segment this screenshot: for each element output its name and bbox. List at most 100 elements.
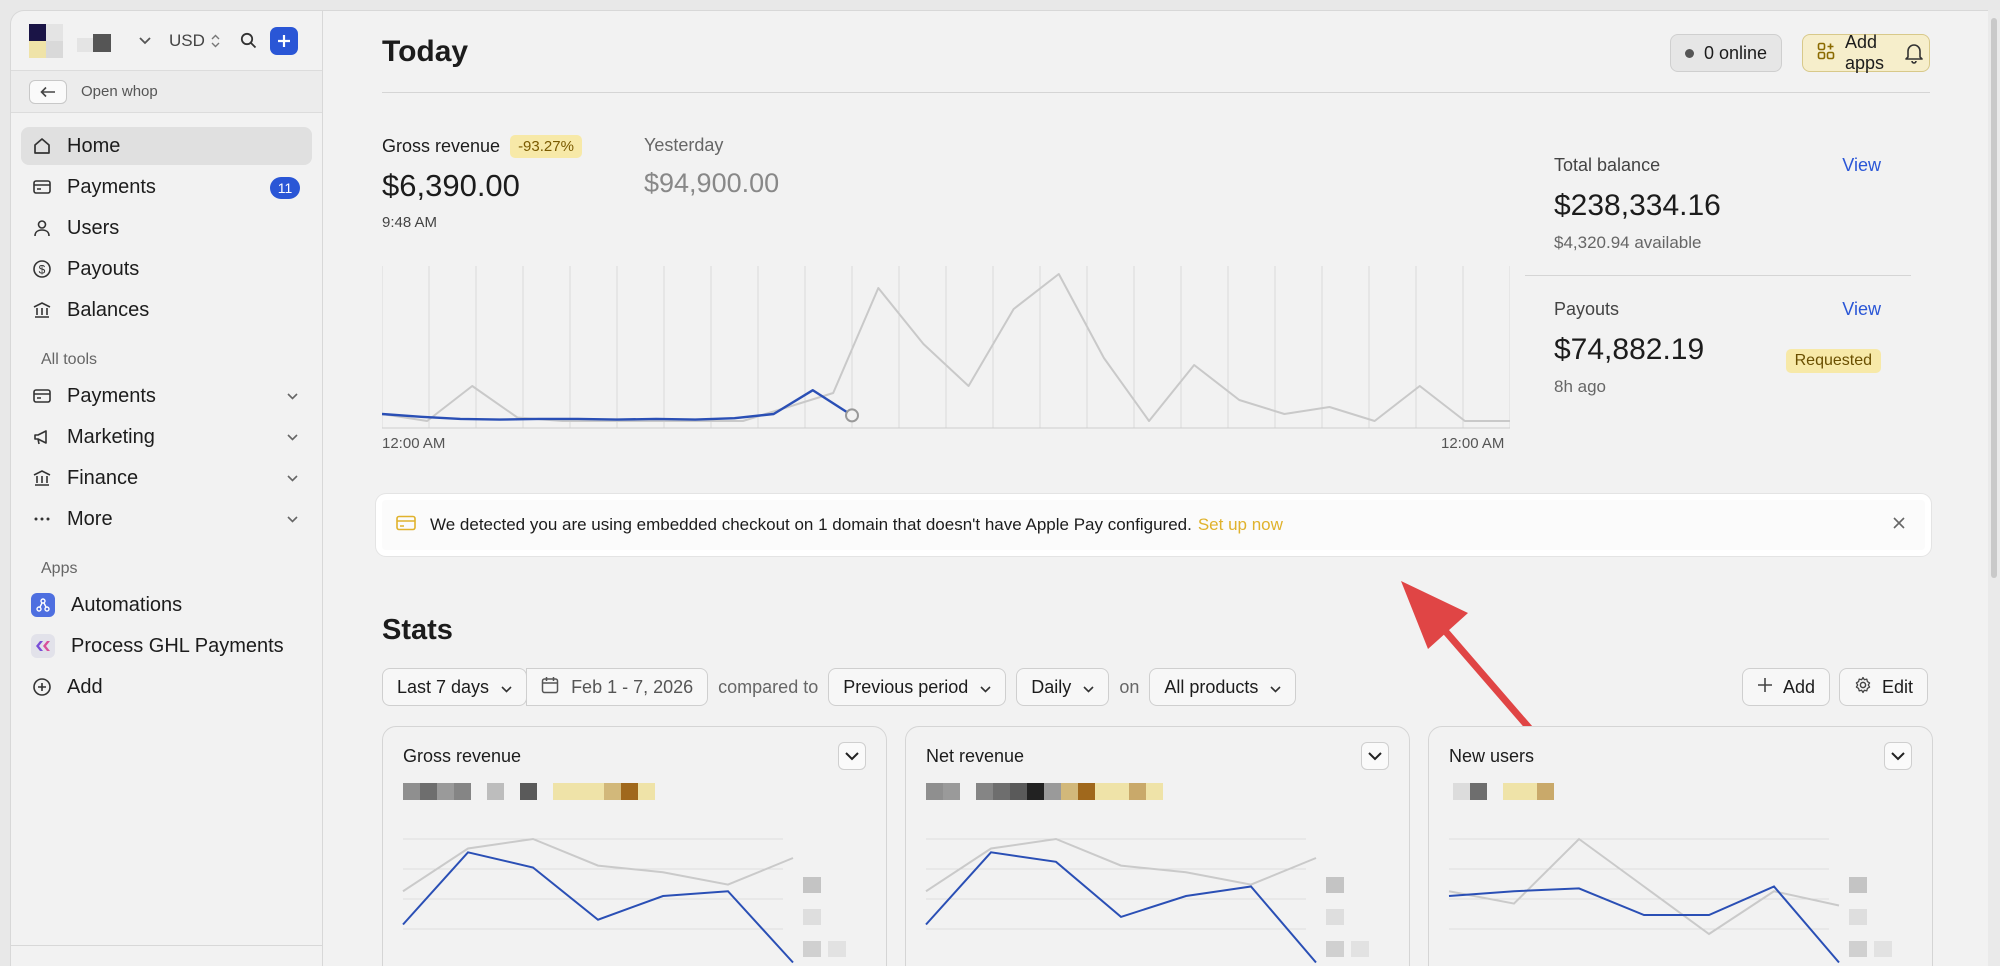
status-dot-icon	[1685, 48, 1694, 58]
sidebar-item-home[interactable]: Home	[21, 127, 312, 165]
previous-period-line	[925, 837, 1317, 893]
redacted-axis-label	[1874, 941, 1892, 957]
redacted-axis-label	[1326, 877, 1344, 893]
bank-icon	[31, 467, 53, 489]
revenue-chart[interactable]	[382, 266, 1510, 436]
user-icon	[31, 217, 53, 239]
stats-actions: Add Edit	[1742, 668, 1929, 706]
page-scrollbar[interactable]	[1988, 10, 2000, 966]
stat-card-title: Gross revenue	[403, 746, 522, 766]
sidebar-app-automations[interactable]: Automations	[21, 586, 312, 624]
redacted-value	[403, 783, 655, 800]
current-point-marker	[845, 408, 859, 423]
stat-card-new-users[interactable]: New users	[1428, 726, 1933, 966]
chevron-down-icon[interactable]	[139, 32, 151, 49]
stat-card-gross-revenue[interactable]: Gross revenue	[382, 726, 887, 966]
card-icon	[31, 385, 53, 407]
card-icon	[396, 515, 416, 536]
date-picker[interactable]: Feb 1 - 7, 2026	[526, 668, 709, 706]
redacted-axis-label	[1326, 941, 1344, 957]
redacted-axis-label	[1326, 909, 1344, 925]
apps-heading: Apps	[41, 560, 78, 577]
scrollbar-thumb[interactable]	[1991, 18, 1997, 578]
bank-icon	[31, 299, 53, 321]
create-plus-button[interactable]	[269, 26, 298, 55]
interval-select[interactable]: Daily	[1016, 668, 1110, 706]
chevron-down-icon	[287, 511, 298, 526]
sidebar-footer-divider	[11, 945, 322, 946]
edit-stats-button[interactable]: Edit	[1839, 668, 1929, 706]
date-range-label: Last 7 days	[397, 676, 490, 697]
sidebar-item-label: Payments	[67, 384, 156, 407]
sidebar-item-label: Balances	[67, 298, 150, 321]
on-label: on	[1119, 676, 1140, 697]
total-balance-view-link[interactable]: View	[1842, 155, 1881, 176]
redacted-axis-label	[803, 877, 821, 893]
new-users-mini-chart	[1448, 837, 1892, 964]
setup-now-link[interactable]: Set up now	[1198, 515, 1283, 535]
redacted-axis-label	[1351, 941, 1369, 957]
payouts-view-link[interactable]: View	[1842, 299, 1881, 320]
sidebar-app-add[interactable]: Add	[21, 668, 312, 706]
sidebar-app-process-ghl-payments[interactable]: Process GHL Payments	[21, 627, 312, 665]
yesterday-value: $94,900.00	[644, 168, 780, 198]
sidebar-item-balances[interactable]: Balances	[21, 291, 312, 329]
payouts-section: Payouts View $74,882.19 Requested 8h ago	[1525, 285, 1911, 429]
total-balance-value: $238,334.16	[1554, 189, 1721, 222]
date-range-select[interactable]: Last 7 days	[382, 668, 528, 706]
currency-selector[interactable]: USD	[169, 31, 220, 51]
stats-filters: Last 7 days Feb 1 - 7, 2026 compared to …	[382, 668, 1297, 706]
close-icon[interactable]	[1891, 515, 1907, 536]
add-stat-button[interactable]: Add	[1742, 668, 1831, 706]
comparison-period-select[interactable]: Previous period	[828, 668, 1007, 706]
sidebar-tool-payments[interactable]: Payments	[21, 377, 312, 415]
chevron-down-icon	[287, 429, 298, 444]
products-label: All products	[1164, 676, 1259, 697]
open-whop-link[interactable]: Open whop	[11, 71, 322, 113]
total-balance-section: Total balance View $238,334.16 $4,320.94…	[1525, 141, 1911, 285]
sidebar-item-payments[interactable]: Payments 11	[21, 168, 312, 206]
sidebar-tool-marketing[interactable]: Marketing	[21, 418, 312, 456]
products-select[interactable]: All products	[1149, 668, 1297, 706]
chevron-toggle-icon[interactable]	[1361, 742, 1389, 770]
redacted-value	[926, 783, 1163, 800]
main-nav: Home Payments 11 Users $ Payouts Balance…	[11, 113, 322, 706]
sidebar-item-payouts[interactable]: $ Payouts	[21, 250, 312, 288]
apple-pay-banner: We detected you are using embedded check…	[376, 494, 1931, 556]
search-icon[interactable]	[238, 30, 260, 52]
redacted-axis-label	[1849, 909, 1867, 925]
plus-circle-icon	[31, 676, 53, 698]
available-balance: $4,320.94 available	[1554, 233, 1702, 252]
calendar-icon	[541, 676, 559, 699]
banner-text: We detected you are using embedded check…	[430, 515, 1192, 534]
payouts-value: $74,882.19	[1554, 333, 1705, 366]
balance-divider	[1525, 275, 1911, 276]
sidebar-tool-finance[interactable]: Finance	[21, 459, 312, 497]
apps-grid-icon	[1817, 42, 1835, 65]
add-label: Add	[1783, 676, 1816, 697]
sidebar-item-label: Marketing	[67, 425, 155, 448]
payouts-time: 8h ago	[1554, 377, 1606, 396]
chevron-toggle-icon[interactable]	[1884, 742, 1912, 770]
sidebar-item-label: Home	[67, 134, 121, 157]
chevron-toggle-icon[interactable]	[838, 742, 866, 770]
team-name-redacted[interactable]	[77, 30, 117, 52]
svg-text:$: $	[39, 263, 46, 277]
total-balance-label: Total balance	[1554, 155, 1661, 175]
all-tools-heading: All tools	[41, 351, 98, 368]
sidebar-item-label: Payouts	[67, 257, 140, 280]
sidebar-item-label: Finance	[67, 466, 139, 489]
sidebar-tool-more[interactable]: More	[21, 500, 312, 538]
chevron-down-icon	[501, 677, 512, 698]
comparison-period-label: Previous period	[843, 676, 969, 697]
automations-icon	[31, 593, 55, 617]
chart-x-start-label: 12:00 AM	[382, 435, 446, 452]
company-logo[interactable]	[29, 23, 63, 58]
online-status-button[interactable]: 0 online	[1670, 34, 1783, 72]
stat-card-net-revenue[interactable]: Net revenue	[905, 726, 1410, 966]
arrow-left-icon[interactable]	[29, 79, 67, 104]
sidebar: USD Open whop Home Payments 11 Users $ P…	[10, 10, 323, 966]
sidebar-item-users[interactable]: Users	[21, 209, 312, 247]
bell-icon[interactable]	[1904, 42, 1924, 69]
gross-revenue-title: Gross revenue	[382, 136, 501, 156]
